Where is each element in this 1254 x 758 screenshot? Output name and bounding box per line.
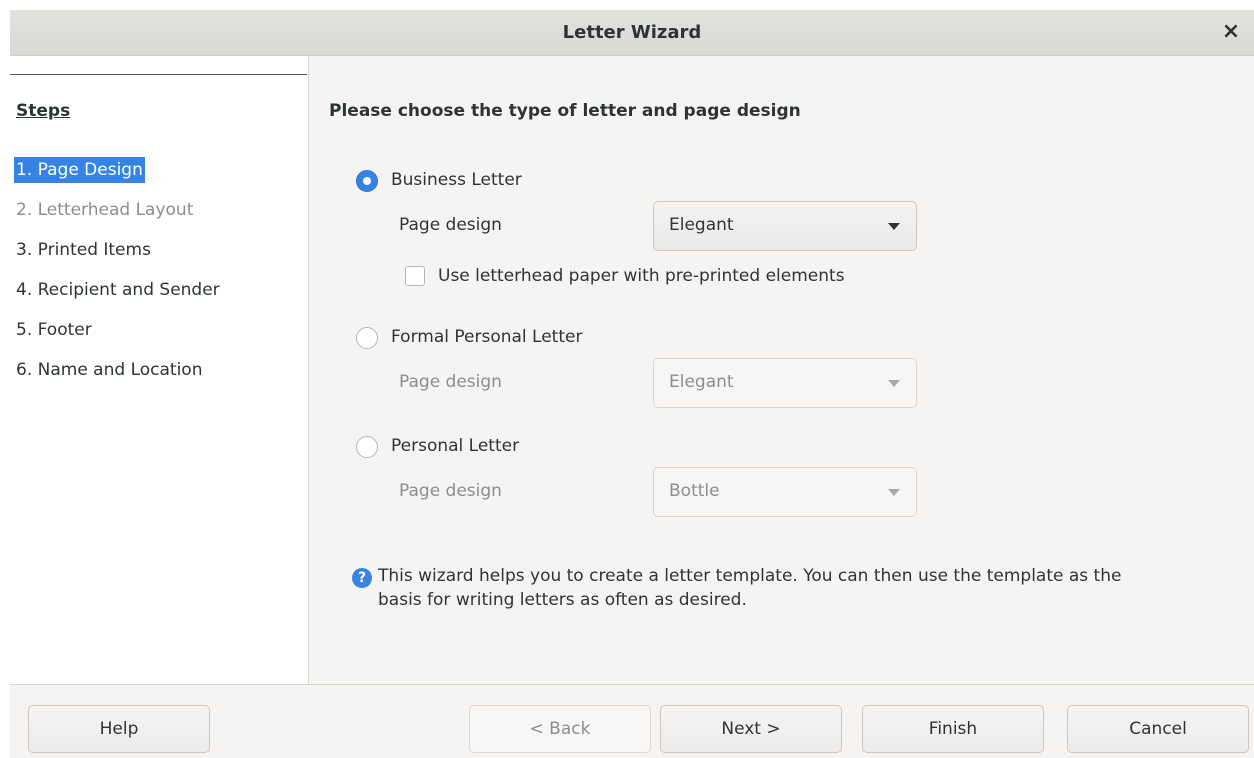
formal-page-design-dropdown: Elegant (653, 358, 917, 408)
step-letterhead-layout: 2. Letterhead Layout (16, 200, 194, 220)
chevron-down-icon (888, 223, 900, 230)
step-name-and-location[interactable]: 6. Name and Location (16, 357, 202, 383)
sidebar-divider (10, 74, 307, 75)
step-footer[interactable]: 5. Footer (16, 317, 92, 343)
steps-sidebar: Steps 1. Page Design 2. Letterhead Layou… (10, 56, 309, 684)
business-letter-radio[interactable] (356, 170, 378, 192)
letterhead-checkbox[interactable] (405, 266, 425, 286)
main-panel: Please choose the type of letter and pag… (310, 56, 1254, 684)
personal-letter-radio[interactable] (356, 436, 378, 458)
personal-letter-label[interactable]: Personal Letter (391, 436, 519, 456)
formal-personal-letter-radio[interactable] (356, 327, 378, 349)
page-heading: Please choose the type of letter and pag… (329, 101, 801, 121)
business-page-design-dropdown[interactable]: Elegant (653, 201, 917, 251)
formal-personal-letter-label[interactable]: Formal Personal Letter (391, 327, 582, 347)
window-title: Letter Wizard (562, 22, 702, 43)
step-recipient-and-sender[interactable]: 4. Recipient and Sender (16, 277, 220, 303)
close-button[interactable]: × (1208, 10, 1254, 56)
chevron-down-icon (888, 380, 900, 387)
business-page-design-label: Page design (399, 215, 502, 235)
personal-page-design-dropdown: Bottle (653, 467, 917, 517)
back-button: < Back (469, 705, 651, 753)
title-bar: Letter Wizard × (10, 10, 1254, 56)
steps-heading: Steps (16, 101, 71, 121)
dropdown-value: Bottle (669, 481, 720, 501)
info-text: This wizard helps you to create a letter… (378, 566, 1122, 610)
letterhead-checkbox-label[interactable]: Use letterhead paper with pre-printed el… (438, 266, 845, 286)
letter-wizard-dialog: Letter Wizard × Steps 1. Page Design 2. … (10, 10, 1254, 758)
step-printed-items[interactable]: 3. Printed Items (16, 237, 151, 263)
dropdown-value: Elegant (669, 372, 734, 392)
cancel-button[interactable]: Cancel (1067, 705, 1249, 753)
formal-page-design-label: Page design (399, 372, 502, 392)
step-page-design[interactable]: 1. Page Design (14, 157, 145, 183)
personal-page-design-label: Page design (399, 481, 502, 501)
finish-button[interactable]: Finish (862, 705, 1044, 753)
next-button[interactable]: Next > (660, 705, 842, 753)
help-button[interactable]: Help (28, 705, 210, 753)
info-icon: ? (352, 568, 372, 588)
chevron-down-icon (888, 489, 900, 496)
business-letter-label[interactable]: Business Letter (391, 170, 522, 190)
dropdown-value: Elegant (669, 215, 734, 235)
dialog-footer: Help < Back Next > Finish Cancel (10, 684, 1254, 758)
